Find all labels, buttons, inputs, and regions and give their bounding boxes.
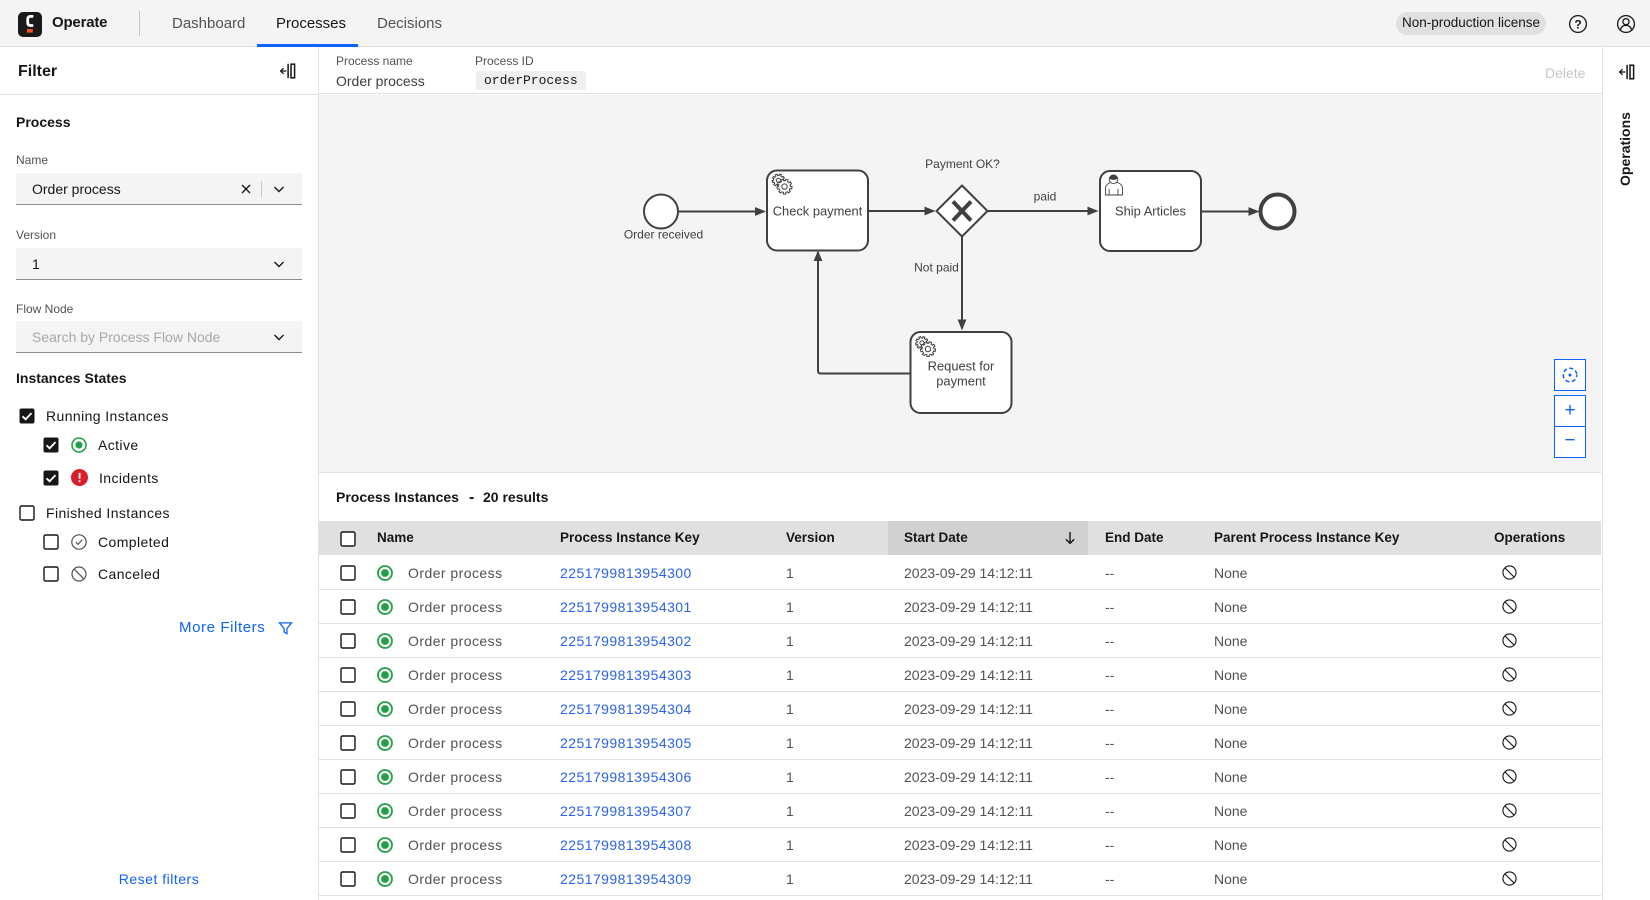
svg-text:Request for: Request for: [928, 359, 995, 374]
svg-text:?: ?: [1574, 17, 1581, 31]
svg-text:Ship Articles: Ship Articles: [1115, 204, 1186, 219]
svg-text:Check payment: Check payment: [773, 204, 863, 219]
svg-text:Not paid: Not paid: [914, 261, 959, 275]
svg-text:Payment OK?: Payment OK?: [925, 157, 1000, 171]
svg-text:payment: payment: [936, 374, 986, 389]
svg-text:paid: paid: [1034, 190, 1057, 204]
svg-text:Order received: Order received: [624, 228, 703, 242]
